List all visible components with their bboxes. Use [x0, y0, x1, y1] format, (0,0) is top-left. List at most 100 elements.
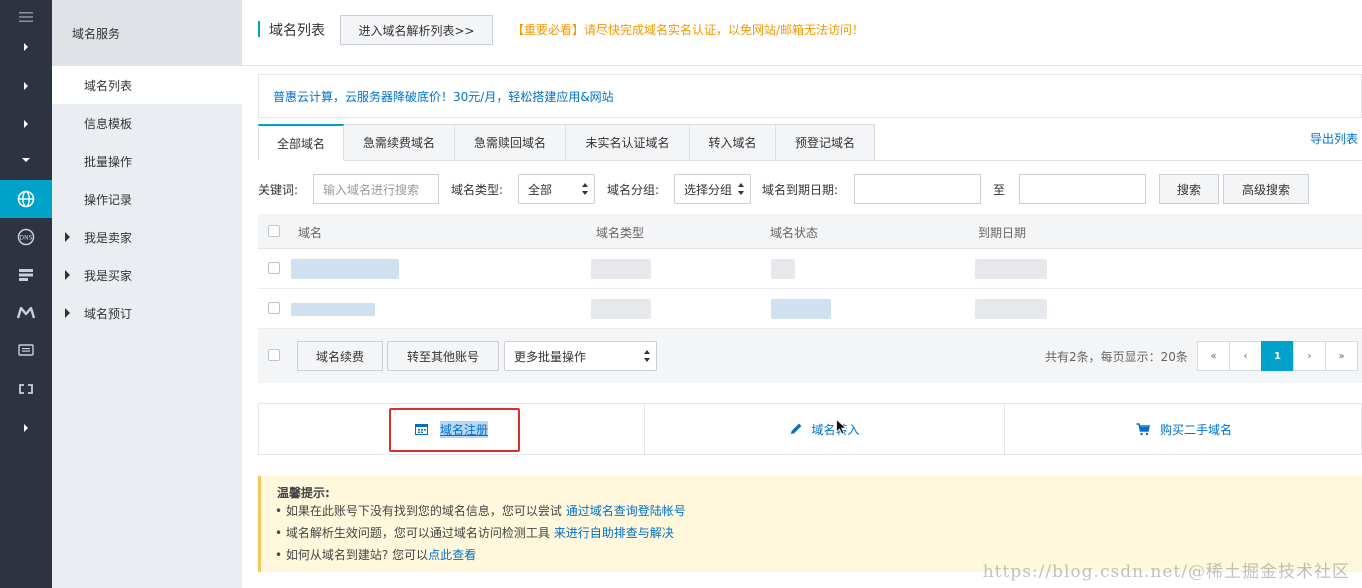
select-arrows-icon [738, 183, 744, 195]
expire-start-input[interactable] [854, 174, 981, 204]
redacted-expiry [975, 299, 1047, 319]
table-row[interactable] [258, 249, 1362, 289]
nav-item-label: 我是买家 [84, 268, 133, 283]
table-row[interactable] [258, 289, 1362, 329]
buy-secondhand-label[interactable]: 购买二手域名 [1160, 421, 1232, 438]
chevron-down-icon[interactable] [0, 143, 52, 177]
expire-end-input[interactable] [1019, 174, 1146, 204]
transfer-account-button[interactable]: 转至其他账号 [387, 341, 499, 371]
tip-text: • 域名解析生效问题，您可以通过域名访问检测工具 [275, 526, 554, 540]
more-batch-select[interactable]: 更多批量操作 [504, 341, 657, 371]
dns-icon[interactable]: DNS [0, 220, 52, 254]
buy-secondhand-action[interactable]: 购买二手域名 [1005, 404, 1362, 454]
export-list-link[interactable]: 导出列表 [1310, 130, 1358, 147]
keyword-input[interactable]: 输入域名进行搜索 [313, 174, 439, 204]
realname-notice: 【重要必看】请尽快完成域名实名认证，以免网站/邮箱无法访问！ [512, 23, 865, 37]
app-root: DNS 域名服务 域名列表 信息模板 批量操作 操作记录 我是卖家 我是买家 域… [0, 0, 1362, 588]
m-logo-icon[interactable] [0, 296, 52, 330]
link-icon[interactable] [0, 372, 52, 406]
highlight-box [389, 408, 520, 452]
type-label: 域名类型: [451, 183, 504, 197]
page-title: 域名列表 [269, 23, 325, 39]
page-prev-button[interactable]: ‹ [1229, 341, 1262, 371]
chevron-right-icon[interactable] [0, 411, 52, 445]
promo-text[interactable]: 普惠云计算，云服务器降破底价！30元/月，轻松搭建应用&网站 [273, 88, 614, 105]
top-bar: 域名列表 进入域名解析列表>> 【重要必看】请尽快完成域名实名认证，以免网站/邮… [242, 0, 1362, 66]
nav-item-info-template[interactable]: 信息模板 [52, 104, 242, 142]
page-next-button[interactable]: › [1293, 341, 1326, 371]
nav-item-seller[interactable]: 我是卖家 [52, 218, 242, 256]
tab-all-domains[interactable]: 全部域名 [258, 124, 344, 161]
tab-transfer-in[interactable]: 转入域名 [690, 124, 776, 161]
chevron-right-icon[interactable] [0, 69, 52, 103]
pencil-icon [791, 423, 802, 434]
redacted-expiry [975, 259, 1047, 279]
batch-select-all-checkbox[interactable] [268, 349, 280, 361]
watermark: https://blog.csdn.net/@稀土掘金技术社区 [982, 562, 1350, 582]
select-arrows-icon [582, 183, 588, 195]
promo-banner[interactable]: 普惠云计算，云服务器降破底价！30元/月，轻松搭建应用&网站 [258, 74, 1362, 118]
caret-right-icon [65, 232, 70, 242]
tip-text: • 如果在此账号下没有找到您的域名信息，您可以尝试 [275, 504, 566, 518]
chevron-right-icon[interactable] [0, 30, 52, 64]
type-select-value: 全部 [528, 182, 553, 197]
nav-item-buyer[interactable]: 我是买家 [52, 256, 242, 294]
quick-actions: 域名注册 域名转入 购买二手域名 [258, 403, 1362, 455]
table-header: 域名 域名类型 域名状态 到期日期 [258, 214, 1362, 249]
redacted-domain[interactable] [291, 259, 399, 279]
nav-item-op-log[interactable]: 操作记录 [52, 180, 242, 218]
to-label: 至 [993, 183, 1006, 197]
tip-link-view-here[interactable]: 点此查看 [428, 548, 476, 562]
search-button[interactable]: 搜索 [1159, 174, 1219, 204]
tip-line: • 域名解析生效问题，您可以通过域名访问检测工具 来进行自助排查与解决 [275, 524, 674, 541]
column-header[interactable]: 域名状态 [770, 224, 818, 241]
tab-unverified[interactable]: 未实名认证域名 [566, 124, 690, 161]
batch-bar: 域名续费 转至其他账号 更多批量操作 共有2条，每页显示：20条 « ‹ 1 ›… [258, 329, 1362, 383]
row-checkbox[interactable] [268, 262, 280, 274]
page-first-button[interactable]: « [1197, 341, 1230, 371]
transfer-in-action[interactable]: 域名转入 [645, 404, 1004, 454]
monitor-icon[interactable] [0, 334, 52, 368]
select-all-checkbox[interactable] [268, 225, 280, 237]
tab-renew-urgent[interactable]: 急需续费域名 [344, 124, 455, 161]
tab-redeem-urgent[interactable]: 急需赎回域名 [455, 124, 566, 161]
redacted-status [771, 259, 795, 279]
renew-button[interactable]: 域名续费 [297, 341, 383, 371]
advanced-search-button[interactable]: 高级搜索 [1223, 174, 1309, 204]
caret-right-icon [65, 308, 70, 318]
type-select[interactable]: 全部 [518, 174, 595, 204]
nav-item-reserve[interactable]: 域名预订 [52, 294, 242, 332]
expire-date-label: 域名到期日期: [762, 183, 839, 197]
redacted-domain[interactable] [291, 303, 375, 316]
group-label: 域名分组: [607, 183, 660, 197]
dns-list-button[interactable]: 进入域名解析列表>> [340, 15, 493, 45]
column-header[interactable]: 到期日期 [978, 224, 1026, 241]
nav-item-domain-list[interactable]: 域名列表 [52, 66, 242, 104]
globe-icon[interactable] [0, 180, 52, 218]
nav-item-batch-ops[interactable]: 批量操作 [52, 142, 242, 180]
column-header[interactable]: 域名 [298, 224, 322, 241]
nav-item-label: 操作记录 [84, 192, 133, 207]
menu-icon[interactable] [0, 0, 52, 34]
group-select-value: 选择分组 [684, 182, 733, 197]
server-icon[interactable] [0, 258, 52, 292]
nav-item-label: 信息模板 [84, 116, 133, 131]
left-rail: DNS [0, 0, 52, 588]
tip-line: • 如果在此账号下没有找到您的域名信息，您可以尝试 通过域名查询登陆帐号 [275, 502, 686, 519]
group-select[interactable]: 选择分组 [674, 174, 751, 204]
page-current-button[interactable]: 1 [1261, 341, 1294, 371]
keyword-label: 关键词: [258, 183, 299, 197]
tip-line: • 如何从域名到建站? 您可以点此查看 [275, 546, 476, 563]
chevron-right-icon[interactable] [0, 107, 52, 141]
tip-link-self-check[interactable]: 来进行自助排查与解决 [554, 526, 674, 540]
tip-link-login-lookup[interactable]: 通过域名查询登陆帐号 [566, 504, 686, 518]
nav-header: 域名服务 [52, 0, 242, 66]
page-last-button[interactable]: » [1325, 341, 1358, 371]
pager-info: 共有2条，每页显示：20条 [1045, 350, 1188, 364]
tab-preregistered[interactable]: 预登记域名 [776, 124, 875, 161]
tips-title: 温馨提示: [277, 486, 330, 500]
row-checkbox[interactable] [268, 302, 280, 314]
nav-item-label: 批量操作 [84, 154, 133, 169]
column-header[interactable]: 域名类型 [596, 224, 644, 241]
domain-tabs: 全部域名 急需续费域名 急需赎回域名 未实名认证域名 转入域名 预登记域名 [258, 124, 875, 161]
